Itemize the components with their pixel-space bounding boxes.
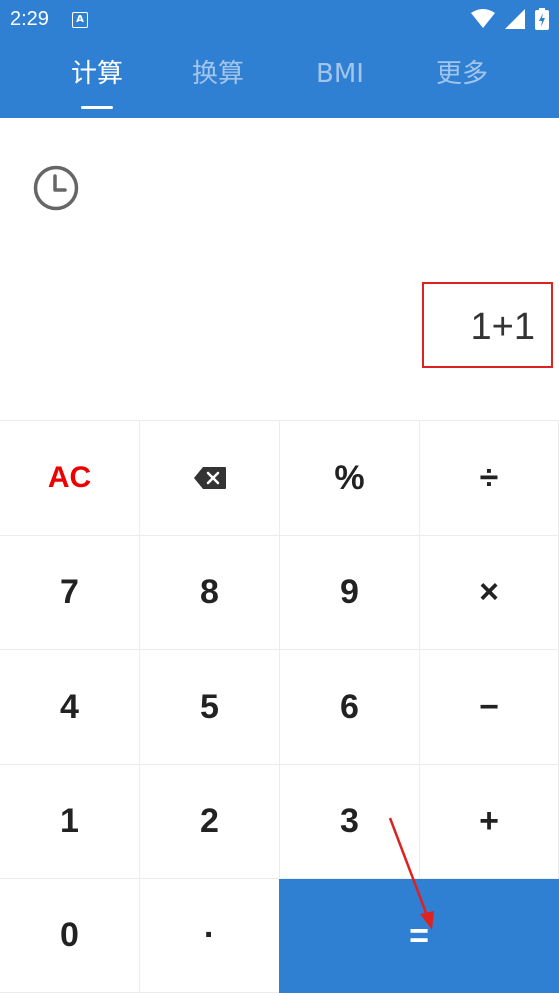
status-time: 2:29 (10, 8, 49, 30)
backspace-button[interactable] (140, 420, 280, 536)
equals-button[interactable]: = (279, 879, 559, 993)
tab-convert[interactable]: 换算 (177, 54, 259, 94)
key-8[interactable]: 8 (140, 536, 280, 650)
app-header: 2:29 A 计算 换算 BMI 更多 (0, 0, 559, 118)
decimal-point-button[interactable]: · (140, 879, 280, 993)
key-7[interactable]: 7 (0, 536, 140, 650)
keypad: AC % ÷ 7 8 9 × 4 5 6 − 1 2 3 + 0 · = (0, 420, 559, 993)
key-0[interactable]: 0 (0, 879, 140, 993)
key-3[interactable]: 3 (280, 765, 420, 879)
tab-calculate[interactable]: 计算 (56, 54, 138, 94)
signal-icon (505, 9, 525, 29)
expression-display: 1+1 (470, 306, 535, 348)
tab-bar: 计算 换算 BMI 更多 (0, 42, 559, 118)
multiply-button[interactable]: × (420, 536, 559, 650)
wifi-icon (471, 9, 495, 28)
tab-more[interactable]: 更多 (421, 54, 503, 94)
divide-button[interactable]: ÷ (420, 420, 559, 536)
percent-button[interactable]: % (280, 420, 420, 536)
key-6[interactable]: 6 (280, 650, 420, 765)
ac-button[interactable]: AC (0, 420, 140, 536)
key-2[interactable]: 2 (140, 765, 280, 879)
status-icons (471, 7, 549, 31)
plus-button[interactable]: + (420, 765, 559, 879)
key-4[interactable]: 4 (0, 650, 140, 765)
tab-bmi[interactable]: BMI (299, 54, 381, 94)
status-bar: 2:29 A (0, 0, 559, 38)
key-1[interactable]: 1 (0, 765, 140, 879)
minus-button[interactable]: − (420, 650, 559, 765)
tab-indicator (81, 106, 113, 109)
notification-a-icon: A (72, 12, 88, 28)
history-icon[interactable] (33, 165, 79, 211)
key-5[interactable]: 5 (140, 650, 280, 765)
backspace-icon (193, 467, 226, 489)
key-9[interactable]: 9 (280, 536, 420, 650)
battery-charging-icon (535, 8, 549, 30)
